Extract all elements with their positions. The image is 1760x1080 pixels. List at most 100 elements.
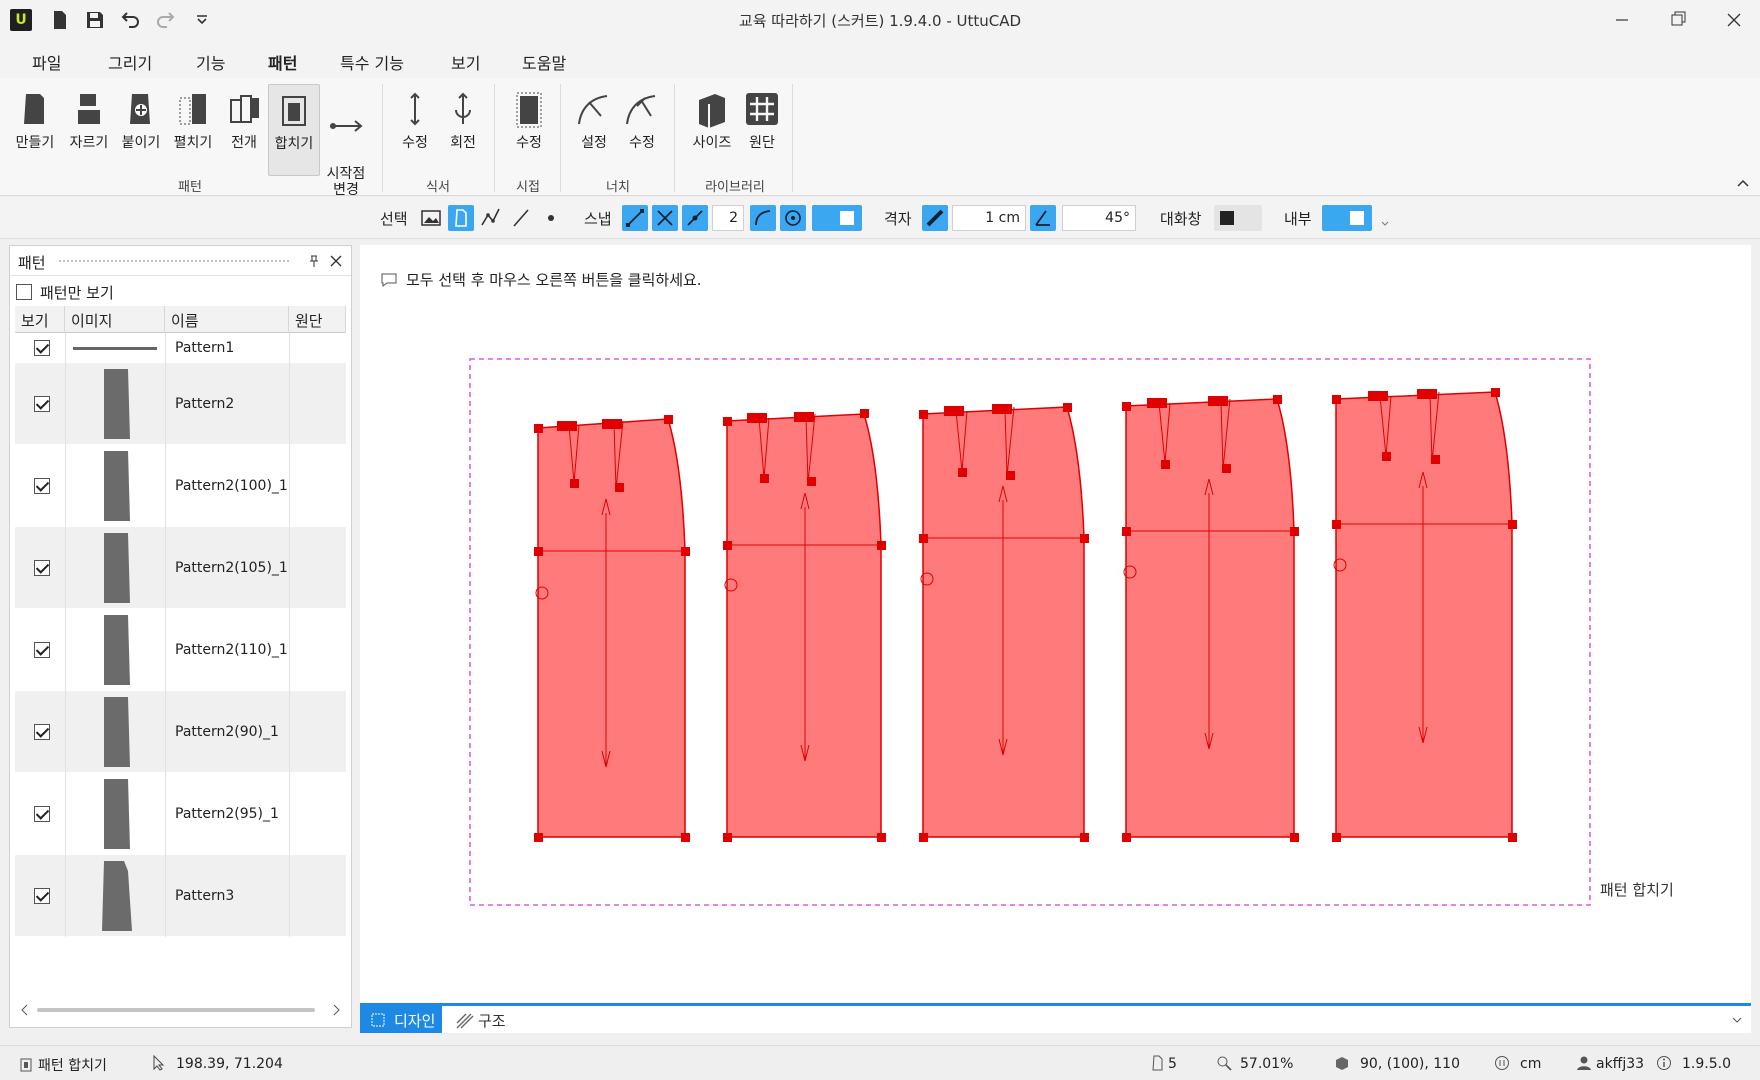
inner-label: 내부: [1284, 210, 1312, 228]
inner-toggle[interactable]: [1322, 205, 1372, 231]
grainline-edit-icon: [410, 92, 420, 126]
row-visible-checkbox[interactable]: [34, 806, 50, 822]
notch-setting-button[interactable]: 설정: [570, 84, 618, 166]
col-header-image[interactable]: 이미지: [65, 306, 165, 333]
user-icon: [1577, 1056, 1591, 1070]
angle-input[interactable]: 45°: [1062, 205, 1136, 231]
scrollbar-thumb[interactable]: [37, 1008, 315, 1012]
menu-function[interactable]: 기능: [196, 50, 225, 74]
scroll-left-icon[interactable]: [19, 1003, 31, 1017]
pattern-piece[interactable]: [1332, 388, 1517, 842]
status-unit[interactable]: cm: [1494, 1055, 1541, 1072]
row-visible-checkbox[interactable]: [34, 396, 50, 412]
snap-intersection-icon[interactable]: [652, 205, 678, 231]
row-name: Pattern2(95)_1: [175, 806, 279, 822]
line-select-icon[interactable]: [508, 205, 534, 231]
size-library-icon: [699, 94, 725, 128]
image-select-icon[interactable]: [418, 205, 444, 231]
unit-icon: [1495, 1056, 1509, 1070]
grainline-edit-button[interactable]: 수정: [392, 84, 438, 166]
pattern-only-checkbox[interactable]: 패턴만 보기: [16, 282, 114, 303]
row-visible-checkbox[interactable]: [34, 478, 50, 494]
combine-label: 합치기: [274, 136, 314, 152]
snap-division-input[interactable]: 2: [712, 205, 744, 231]
row-visible-checkbox[interactable]: [34, 642, 50, 658]
tab-design[interactable]: 디자인: [360, 1006, 442, 1033]
size-button[interactable]: 사이즈: [686, 84, 738, 166]
row-visible-checkbox[interactable]: [34, 340, 50, 356]
snap-toggle[interactable]: [812, 205, 862, 231]
panel-drag-grip[interactable]: [58, 259, 291, 264]
dialog-toggle[interactable]: [1214, 205, 1262, 231]
row-thumbnail: [104, 451, 130, 521]
pin-icon[interactable]: [307, 254, 321, 268]
pattern-make-icon: [24, 94, 44, 124]
curve-select-icon[interactable]: [478, 205, 504, 231]
row-visible-checkbox[interactable]: [34, 888, 50, 904]
menu-file[interactable]: 파일: [32, 50, 61, 74]
snap-division-icon[interactable]: [682, 205, 708, 231]
pattern-piece[interactable]: [534, 415, 690, 842]
structure-hatch-icon: [456, 1013, 474, 1029]
tab-structure-label: 구조: [478, 1012, 506, 1030]
snap-center-icon[interactable]: [780, 205, 806, 231]
close-panel-icon[interactable]: [329, 254, 343, 268]
angle-icon[interactable]: [1030, 205, 1056, 231]
hint-text: 모두 선택 후 마우스 오른쪽 버튼을 클릭하세요.: [406, 271, 702, 289]
status-mode: 패턴 합치기: [18, 1055, 107, 1075]
ribbon-separator: [792, 84, 793, 192]
collapse-ribbon-icon[interactable]: [1736, 178, 1750, 188]
col-header-name[interactable]: 이름: [165, 306, 289, 333]
tab-design-label: 디자인: [394, 1012, 436, 1030]
pattern-panel: 패턴 패턴만 보기 보기 이미지 이름 원단 Pattern1 Pattern2…: [9, 245, 352, 1028]
menu-pattern[interactable]: 패턴: [268, 50, 298, 81]
pattern-unfold-icon: [230, 95, 259, 123]
point-select-icon[interactable]: [538, 205, 564, 231]
menu-draw[interactable]: 그리기: [108, 50, 152, 74]
pattern-piece[interactable]: [919, 403, 1089, 842]
spread-button[interactable]: 펼치기: [168, 84, 218, 166]
row-visible-checkbox[interactable]: [34, 724, 50, 740]
status-zoom[interactable]: 57.01%: [1216, 1055, 1293, 1072]
canvas-drawing[interactable]: [360, 245, 1751, 1003]
horizontal-scrollbar[interactable]: [15, 1001, 346, 1019]
snap-curve-icon[interactable]: [750, 205, 776, 231]
attach-button[interactable]: 붙이기: [116, 84, 166, 166]
make-label: 만들기: [15, 135, 55, 151]
pattern-piece[interactable]: [723, 409, 886, 842]
combine-label: 패턴 합치기: [1600, 881, 1674, 899]
combine-button[interactable]: 합치기: [268, 84, 320, 176]
status-user-text: akffj33: [1596, 1056, 1645, 1072]
row-visible-checkbox[interactable]: [34, 560, 50, 576]
restore-button[interactable]: [1650, 0, 1706, 40]
snap-endpoint-icon[interactable]: [622, 205, 648, 231]
grid-size-input[interactable]: 1 cm: [952, 205, 1026, 231]
pattern-piece[interactable]: [1122, 395, 1299, 842]
scroll-right-icon[interactable]: [330, 1003, 342, 1017]
row-thumbnail: [104, 779, 130, 849]
checkbox-box[interactable]: [16, 284, 32, 300]
cut-button[interactable]: 자르기: [64, 84, 114, 166]
menu-special[interactable]: 특수 기능: [340, 50, 404, 74]
menu-help[interactable]: 도움말: [522, 50, 566, 74]
unfold-button[interactable]: 전개: [220, 84, 268, 166]
notch-edit-button[interactable]: 수정: [618, 84, 666, 166]
menu-view[interactable]: 보기: [451, 50, 480, 74]
pattern-select-icon[interactable]: [448, 205, 474, 231]
seam-edit-button[interactable]: 수정: [506, 84, 552, 166]
fabric-button[interactable]: 원단: [738, 84, 786, 166]
tab-structure[interactable]: 구조: [456, 1010, 506, 1031]
ribbon: 만들기 자르기 붙이기 펼치기 전개 합치기 시작점 변경 수정 회전 수정 설…: [0, 78, 1760, 198]
col-header-visible[interactable]: 보기: [15, 306, 65, 333]
close-button[interactable]: [1706, 0, 1760, 40]
toolbar-overflow-icon[interactable]: [1380, 219, 1390, 227]
grid-ruler-icon[interactable]: [922, 205, 948, 231]
minimize-button[interactable]: [1594, 0, 1650, 40]
tabs-dropdown-icon[interactable]: [1731, 1015, 1743, 1025]
col-header-fabric[interactable]: 원단: [289, 306, 346, 333]
change-start-button[interactable]: 시작점 변경: [322, 84, 370, 198]
grainline-rotate-button[interactable]: 회전: [440, 84, 486, 166]
drawing-canvas[interactable]: 모두 선택 후 마우스 오른쪽 버튼을 클릭하세요. 패턴 합치기: [360, 245, 1751, 1003]
status-version: 1.9.5.0: [1656, 1055, 1731, 1072]
make-button[interactable]: 만들기: [10, 84, 60, 166]
